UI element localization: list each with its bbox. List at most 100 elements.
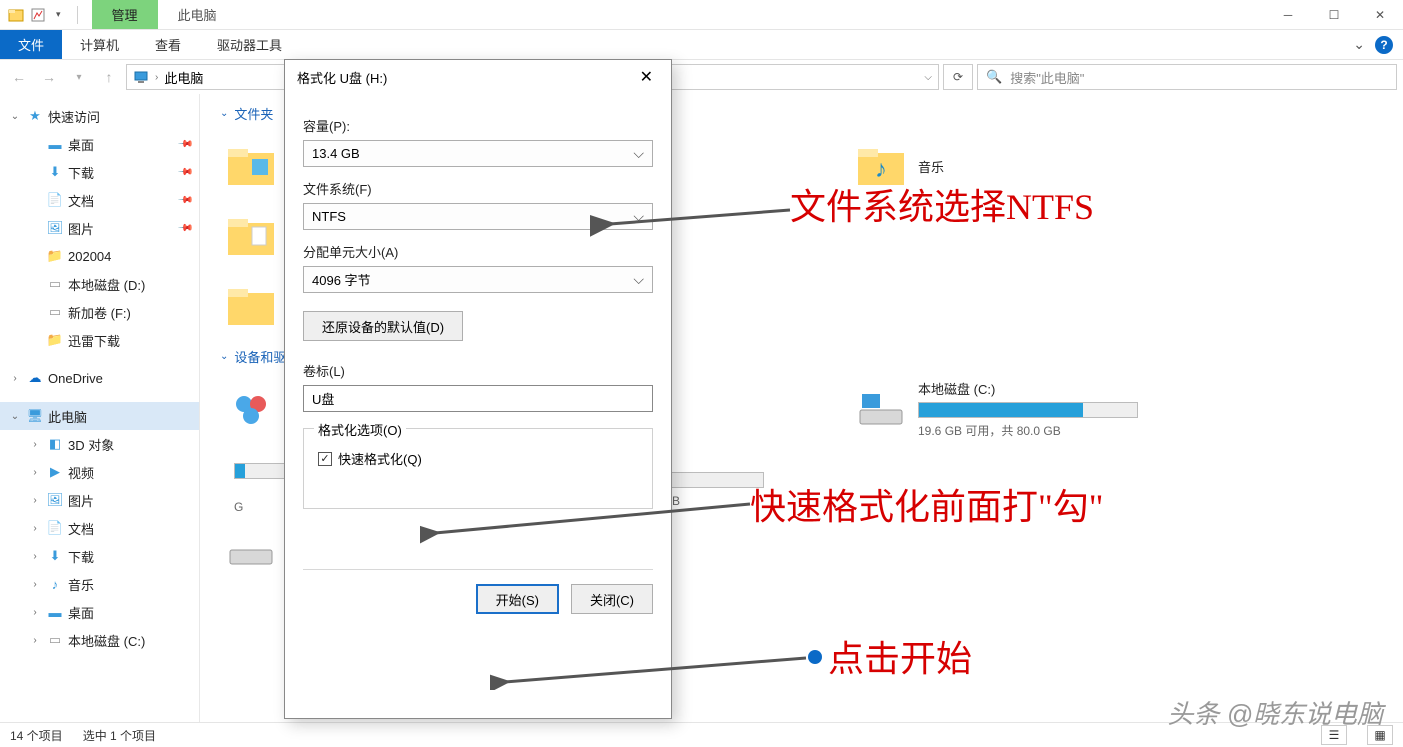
label: 下载 xyxy=(68,547,94,566)
address-location: 此电脑 xyxy=(164,68,203,87)
label: OneDrive xyxy=(48,371,103,386)
status-items: 14 个项目 xyxy=(10,727,63,744)
pin-icon: 📌 xyxy=(176,164,193,181)
documents-icon: 📄 xyxy=(46,519,64,537)
cancel-button[interactable]: 关闭(C) xyxy=(571,584,653,614)
pin-icon: 📌 xyxy=(176,192,193,209)
back-button[interactable]: ← xyxy=(6,64,32,90)
manage-tab[interactable]: 管理 xyxy=(92,0,158,29)
dialog-title: 格式化 U盘 (H:) xyxy=(297,68,387,87)
desktop-icon: ▬ xyxy=(46,603,64,621)
computer-tab[interactable]: 计算机 xyxy=(62,30,137,59)
format-dialog: 格式化 U盘 (H:) ✕ 容量(P): 13.4 GB 文件系统(F) NTF… xyxy=(284,59,672,719)
filesystem-select[interactable]: NTFS xyxy=(303,203,653,230)
file-tab[interactable]: 文件 xyxy=(0,30,62,59)
label: 本地磁盘 (D:) xyxy=(68,275,145,294)
label: 视频 xyxy=(68,463,94,482)
documents-icon: 📄 xyxy=(46,191,64,209)
sidebar-pictures[interactable]: 🖼图片📌 xyxy=(0,214,199,242)
sidebar-docs-pc[interactable]: ›📄文档 xyxy=(0,514,199,542)
filesystem-label: 文件系统(F) xyxy=(303,179,653,198)
forward-button[interactable]: → xyxy=(36,64,62,90)
grid-disk-c[interactable]: 本地磁盘 (C:) 19.6 GB 可用，共 80.0 GB xyxy=(850,374,1160,444)
sidebar-3d[interactable]: ›◧3D 对象 xyxy=(0,430,199,458)
up-button[interactable]: ↑ xyxy=(96,64,122,90)
sidebar-this-pc[interactable]: ⌄🖥此电脑 xyxy=(0,402,199,430)
sidebar-disk-d[interactable]: ▭本地磁盘 (D:) xyxy=(0,270,199,298)
window-title: 此电脑 xyxy=(158,0,237,29)
sidebar-onedrive[interactable]: › ☁ OneDrive xyxy=(0,364,199,392)
sidebar-desktop[interactable]: ▬桌面📌 xyxy=(0,130,199,158)
folder-icon xyxy=(224,139,278,193)
label: 设备和驱 xyxy=(234,347,286,366)
annotation-quickformat: 快速格式化前面打"勾" xyxy=(750,478,1103,530)
capacity-label: 容量(P): xyxy=(303,116,653,135)
annotation-start: 点击开始 xyxy=(828,630,972,682)
sidebar-xunlei[interactable]: 📁迅雷下载 xyxy=(0,326,199,354)
divider xyxy=(77,6,78,24)
help-icon[interactable]: ? xyxy=(1375,36,1393,54)
capacity-select[interactable]: 13.4 GB xyxy=(303,140,653,167)
minimize-button[interactable]: ─ xyxy=(1265,0,1311,29)
address-row: ← → ▾ ↑ › 此电脑 ⌵ ⟳ 🔍 搜索"此电脑" xyxy=(0,60,1403,94)
status-selected: 选中 1 个项目 xyxy=(83,727,156,744)
sidebar-downloads-pc[interactable]: ›⬇下载 xyxy=(0,542,199,570)
pictures-icon: 🖼 xyxy=(46,491,64,509)
onedrive-icon: ☁ xyxy=(26,369,44,387)
sidebar-documents[interactable]: 📄文档 📌 xyxy=(0,186,199,214)
sidebar-music[interactable]: ›♪音乐 xyxy=(0,570,199,598)
disk-icon: ▭ xyxy=(46,631,64,649)
chevron-down-icon[interactable]: ⌄ xyxy=(8,411,22,422)
watermark: 头条 @晓东说电脑 xyxy=(1167,694,1383,731)
label: 图片 xyxy=(68,219,94,238)
baidu-pan-icon xyxy=(224,382,278,436)
volume-label-label: 卷标(L) xyxy=(303,361,653,380)
label: 迅雷下载 xyxy=(68,331,120,350)
drive-tools-tab[interactable]: 驱动器工具 xyxy=(199,30,300,59)
disk-usage-bar xyxy=(918,402,1138,418)
ribbon-collapse-icon[interactable]: ⌄ xyxy=(1353,36,1365,53)
label: 新加卷 (F:) xyxy=(68,303,131,322)
checkbox-checked-icon: ✓ xyxy=(318,452,332,466)
sidebar-quick-access[interactable]: ⌄ ★ 快速访问 xyxy=(0,102,199,130)
label: 音乐 xyxy=(68,575,94,594)
pictures-icon: 🖼 xyxy=(46,219,64,237)
qat-dropdown-icon[interactable]: ▾ xyxy=(52,9,65,20)
sidebar-downloads[interactable]: ⬇下载📌 xyxy=(0,158,199,186)
search-box[interactable]: 🔍 搜索"此电脑" xyxy=(977,64,1397,90)
main-area: ⌄ ★ 快速访问 ▬桌面📌 ⬇下载📌 📄文档📌 🖼图片📌 📁202004 ▭本地… xyxy=(0,94,1403,722)
quick-format-checkbox[interactable]: ✓ 快速格式化(Q) xyxy=(318,449,638,468)
properties-icon[interactable] xyxy=(30,7,46,23)
sidebar-pictures-pc[interactable]: ›🖼图片 xyxy=(0,486,199,514)
sidebar-desktop-pc[interactable]: ›▬桌面 xyxy=(0,598,199,626)
dialog-close-button[interactable]: ✕ xyxy=(634,67,659,87)
star-icon: ★ xyxy=(26,107,44,125)
chevron-down-icon[interactable]: ⌄ xyxy=(8,111,22,122)
label: 文档 xyxy=(68,519,94,538)
close-button[interactable]: ✕ xyxy=(1357,0,1403,29)
downloads-icon: ⬇ xyxy=(46,163,64,181)
label: 本地磁盘 (C:) xyxy=(68,631,145,650)
label: 桌面 xyxy=(68,603,94,622)
restore-defaults-button[interactable]: 还原设备的默认值(D) xyxy=(303,311,463,341)
refresh-button[interactable]: ⟳ xyxy=(943,64,973,90)
search-icon: 🔍 xyxy=(986,69,1002,85)
folder-icon: 📁 xyxy=(46,247,64,265)
view-tab[interactable]: 查看 xyxy=(137,30,199,59)
sidebar-videos[interactable]: ›▶视频 xyxy=(0,458,199,486)
title-bar: ▾ 管理 此电脑 ─ ☐ ✕ xyxy=(0,0,1403,30)
chevron-right-icon[interactable]: › xyxy=(8,373,22,384)
sidebar-xinjia-f[interactable]: ▭新加卷 (F:) xyxy=(0,298,199,326)
recent-dropdown[interactable]: ▾ xyxy=(66,64,92,90)
start-button[interactable]: 开始(S) xyxy=(476,584,559,614)
disk-icon: ▭ xyxy=(46,303,64,321)
sidebar-202004[interactable]: 📁202004 xyxy=(0,242,199,270)
address-dropdown-icon[interactable]: ⌵ xyxy=(924,72,932,83)
volume-label-input[interactable]: U盘 xyxy=(303,385,653,412)
maximize-button[interactable]: ☐ xyxy=(1311,0,1357,29)
label: 文档 xyxy=(68,191,94,210)
allocation-select[interactable]: 4096 字节 xyxy=(303,266,653,293)
folder-icon xyxy=(224,279,278,333)
search-placeholder: 搜索"此电脑" xyxy=(1010,68,1084,87)
sidebar-disk-c[interactable]: ›▭本地磁盘 (C:) xyxy=(0,626,199,654)
